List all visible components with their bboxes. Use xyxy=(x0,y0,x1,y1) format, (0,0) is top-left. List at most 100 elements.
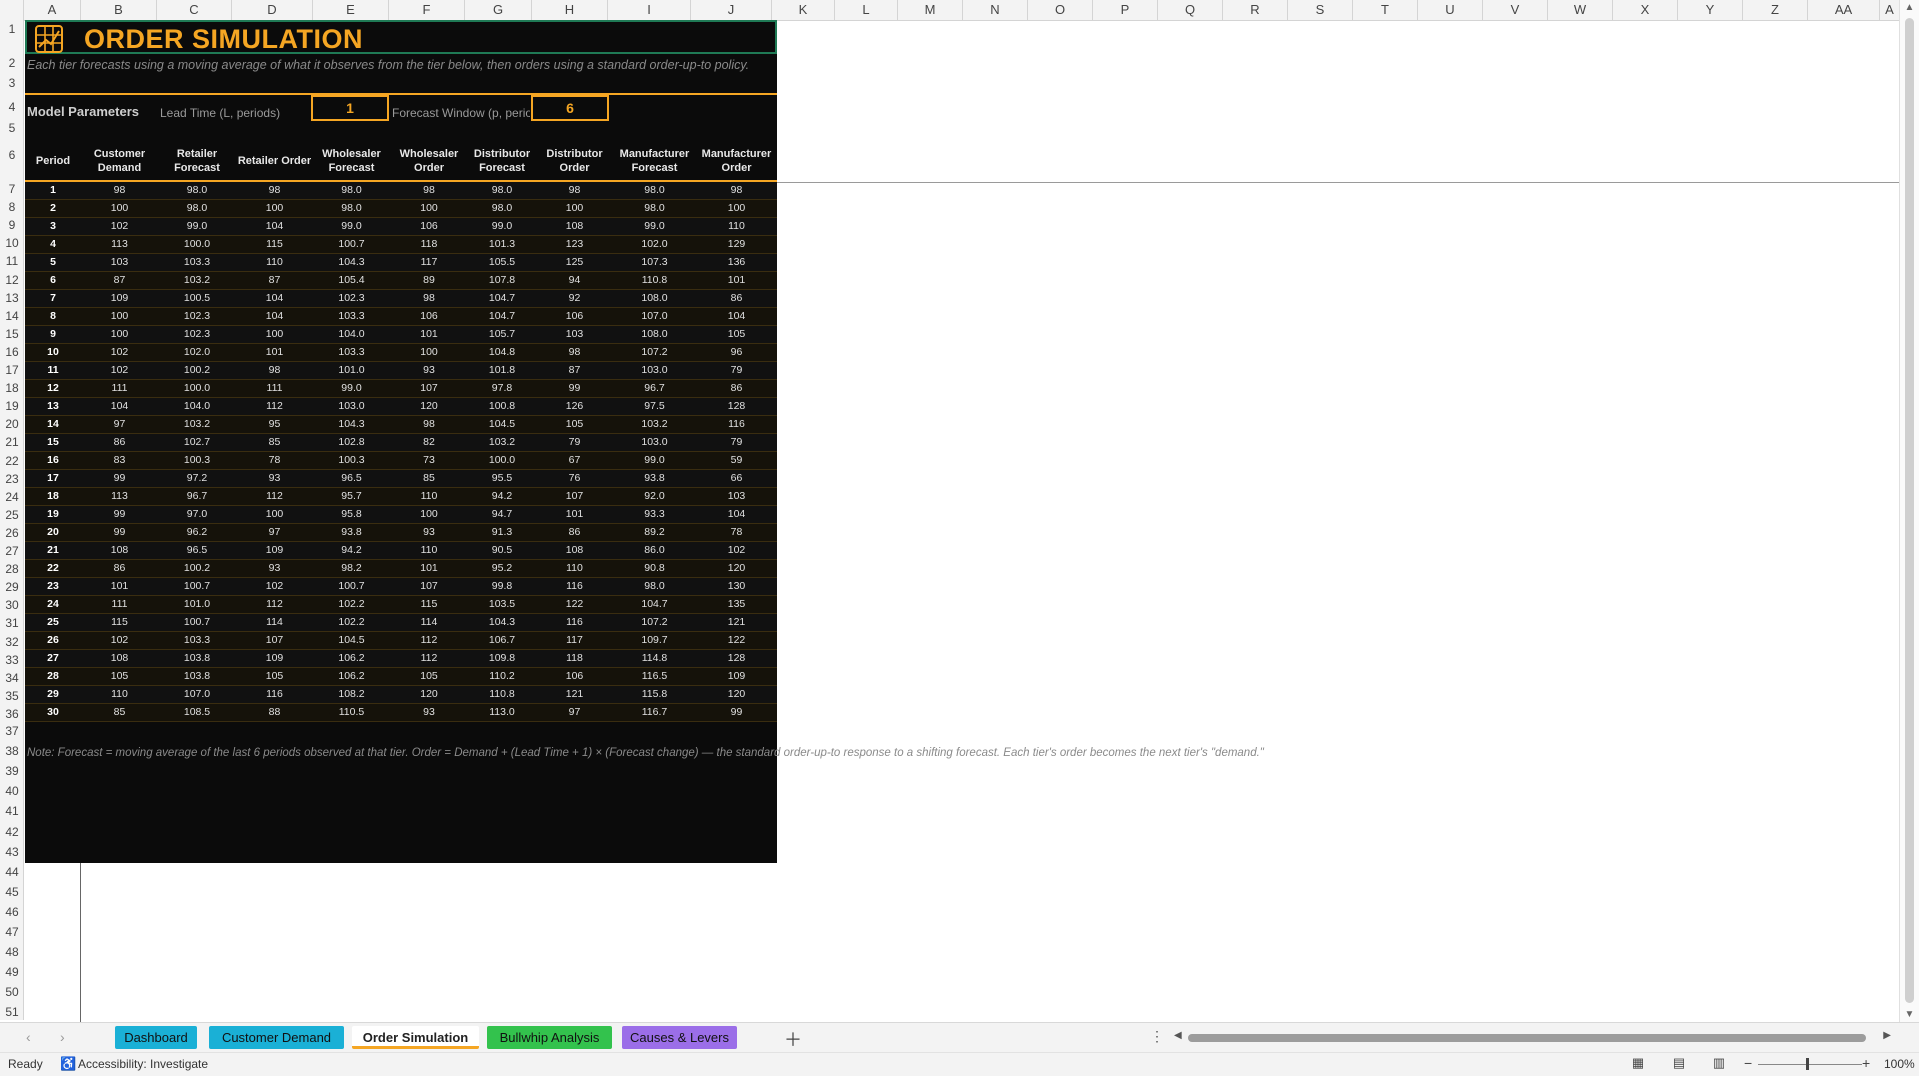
scroll-up-icon[interactable]: ▲ xyxy=(1900,2,1919,13)
row-header[interactable]: 16 xyxy=(0,345,24,359)
row-header[interactable]: 13 xyxy=(0,291,24,305)
table-cell[interactable]: 102 xyxy=(81,217,158,236)
table-cell[interactable]: 95 xyxy=(236,415,313,434)
table-cell[interactable]: 100 xyxy=(236,505,313,524)
page-break-icon[interactable]: ▥ xyxy=(1708,1055,1730,1073)
table-cell[interactable]: 100.5 xyxy=(158,289,236,308)
row-header[interactable]: 50 xyxy=(0,985,24,999)
table-cell[interactable]: 102.2 xyxy=(313,613,390,632)
period-cell[interactable]: 12 xyxy=(25,379,81,398)
table-cell[interactable]: 98.0 xyxy=(613,577,696,596)
table-cell[interactable]: 78 xyxy=(236,451,313,470)
row-header[interactable]: 49 xyxy=(0,965,24,979)
table-cell[interactable]: 96 xyxy=(696,343,777,362)
table-cell[interactable]: 102 xyxy=(236,577,313,596)
table-cell[interactable]: 109 xyxy=(81,289,158,308)
table-cell[interactable]: 101.0 xyxy=(313,361,390,380)
table-cell[interactable]: 99.0 xyxy=(313,217,390,236)
column-header[interactable]: X xyxy=(1613,0,1678,20)
table-cell[interactable]: 101.8 xyxy=(468,361,536,380)
page-layout-icon[interactable]: ▤ xyxy=(1668,1055,1690,1073)
row-header[interactable]: 36 xyxy=(0,707,24,721)
table-cell[interactable]: 108.0 xyxy=(613,289,696,308)
table-cell[interactable]: 116 xyxy=(536,613,613,632)
table-cell[interactable]: 86.0 xyxy=(613,541,696,560)
period-cell[interactable]: 27 xyxy=(25,649,81,668)
table-cell[interactable]: 98.2 xyxy=(313,559,390,578)
table-cell[interactable]: 101 xyxy=(696,271,777,290)
column-header[interactable]: AA xyxy=(1808,0,1880,20)
table-cell[interactable]: 97 xyxy=(236,523,313,542)
period-cell[interactable]: 8 xyxy=(25,307,81,326)
table-cell[interactable]: 98 xyxy=(236,181,313,200)
row-header[interactable]: 17 xyxy=(0,363,24,377)
table-cell[interactable]: 106 xyxy=(390,307,468,326)
table-cell[interactable]: 120 xyxy=(696,685,777,704)
table-cell[interactable]: 121 xyxy=(536,685,613,704)
table-cell[interactable]: 100.8 xyxy=(468,397,536,416)
column-header[interactable]: S xyxy=(1288,0,1353,20)
table-cell[interactable]: 103 xyxy=(536,325,613,344)
accessibility-icon[interactable]: ♿ xyxy=(60,1056,76,1072)
table-cell[interactable]: 86 xyxy=(696,289,777,308)
table-cell[interactable]: 110 xyxy=(696,217,777,236)
table-cell[interactable]: 102.2 xyxy=(313,595,390,614)
table-cell[interactable]: 107.0 xyxy=(613,307,696,326)
period-cell[interactable]: 29 xyxy=(25,685,81,704)
row-header[interactable]: 6 xyxy=(0,148,24,162)
table-cell[interactable]: 106 xyxy=(390,217,468,236)
table-cell[interactable]: 88 xyxy=(236,703,313,722)
table-cell[interactable]: 100.2 xyxy=(158,559,236,578)
period-cell[interactable]: 28 xyxy=(25,667,81,686)
row-header[interactable]: 19 xyxy=(0,399,24,413)
row-header[interactable]: 11 xyxy=(0,254,24,268)
table-cell[interactable]: 116.7 xyxy=(613,703,696,722)
table-cell[interactable]: 93 xyxy=(390,523,468,542)
table-cell[interactable]: 102.7 xyxy=(158,433,236,452)
row-header[interactable]: 2 xyxy=(0,56,24,70)
normal-view-icon[interactable]: ▦ xyxy=(1627,1055,1649,1073)
table-cell[interactable]: 79 xyxy=(696,433,777,452)
table-cell[interactable]: 104.0 xyxy=(158,397,236,416)
table-cell[interactable]: 101 xyxy=(236,343,313,362)
column-header[interactable]: B xyxy=(81,0,157,20)
table-cell[interactable]: 110 xyxy=(390,541,468,560)
column-header[interactable]: Q xyxy=(1158,0,1223,20)
period-cell[interactable]: 2 xyxy=(25,199,81,218)
period-cell[interactable]: 16 xyxy=(25,451,81,470)
period-cell[interactable]: 30 xyxy=(25,703,81,722)
tab-causes-levers[interactable]: Causes & Levers xyxy=(622,1026,737,1049)
table-cell[interactable]: 103.3 xyxy=(313,343,390,362)
row-header[interactable]: 40 xyxy=(0,784,24,798)
table-cell[interactable]: 86 xyxy=(81,559,158,578)
period-cell[interactable]: 24 xyxy=(25,595,81,614)
table-cell[interactable]: 106.2 xyxy=(313,649,390,668)
table-cell[interactable]: 94.7 xyxy=(468,505,536,524)
more-options-icon[interactable]: ⋮ xyxy=(1150,1028,1164,1045)
table-cell[interactable]: 103.2 xyxy=(468,433,536,452)
table-cell[interactable]: 101 xyxy=(390,559,468,578)
row-header[interactable]: 14 xyxy=(0,309,24,323)
table-cell[interactable]: 121 xyxy=(696,613,777,632)
table-cell[interactable]: 110.8 xyxy=(468,685,536,704)
row-header[interactable]: 21 xyxy=(0,435,24,449)
table-cell[interactable]: 103 xyxy=(81,253,158,272)
table-cell[interactable]: 115 xyxy=(81,613,158,632)
tab-customer-demand[interactable]: Customer Demand xyxy=(209,1026,344,1049)
table-cell[interactable]: 113 xyxy=(81,487,158,506)
table-cell[interactable]: 98.0 xyxy=(613,181,696,200)
table-cell[interactable]: 86 xyxy=(81,433,158,452)
table-cell[interactable]: 98 xyxy=(81,181,158,200)
table-cell[interactable]: 93.3 xyxy=(613,505,696,524)
table-cell[interactable]: 107 xyxy=(390,379,468,398)
table-cell[interactable]: 100.0 xyxy=(158,235,236,254)
table-cell[interactable]: 110.2 xyxy=(468,667,536,686)
table-cell[interactable]: 115 xyxy=(390,595,468,614)
table-cell[interactable]: 128 xyxy=(696,649,777,668)
table-cell[interactable]: 97 xyxy=(81,415,158,434)
column-header[interactable]: P xyxy=(1093,0,1158,20)
table-cell[interactable]: 103.3 xyxy=(158,253,236,272)
table-cell[interactable]: 108 xyxy=(81,649,158,668)
table-cell[interactable]: 101 xyxy=(536,505,613,524)
accessibility-status[interactable]: Accessibility: Investigate xyxy=(78,1057,208,1071)
